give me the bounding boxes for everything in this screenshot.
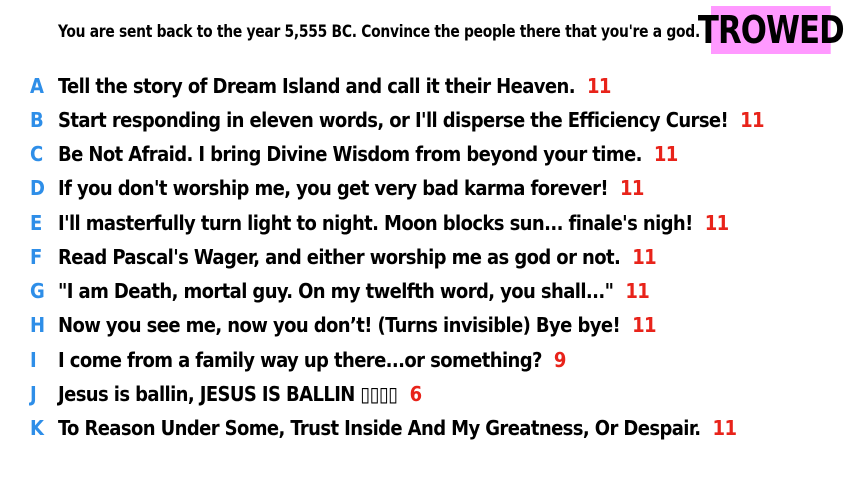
answer-letter: B bbox=[30, 108, 44, 132]
answer-text-content: "I am Death, mortal guy. On my twelfth w… bbox=[58, 279, 614, 303]
answer-text-content: To Reason Under Some, Trust Inside And M… bbox=[58, 416, 701, 440]
trowed-badge: TROWED bbox=[697, 6, 845, 54]
word-count: 11 bbox=[712, 416, 737, 440]
answer-text: Now you see me, now you don’t! (Turns in… bbox=[58, 313, 657, 337]
answer-text-content: I'll masterfully turn light to night. Mo… bbox=[58, 211, 693, 235]
answer-letter: H bbox=[30, 313, 46, 337]
word-count: 11 bbox=[620, 176, 644, 200]
answer-text-content: Be Not Afraid. I bring Divine Wisdom fro… bbox=[58, 142, 642, 166]
answer-letter: J bbox=[30, 382, 37, 406]
word-count: 11 bbox=[632, 245, 657, 269]
answer-text-content: I come from a family way up there...or s… bbox=[58, 348, 542, 372]
word-count: 11 bbox=[740, 108, 764, 132]
word-count: 11 bbox=[653, 142, 678, 166]
prompt-text: You are sent back to the year 5,555 BC. … bbox=[58, 22, 700, 42]
answer-text: If you don't worship me, you get very ba… bbox=[58, 176, 644, 200]
answer-text: To Reason Under Some, Trust Inside And M… bbox=[58, 416, 737, 440]
answer-text-content: Read Pascal's Wager, and either worship … bbox=[58, 245, 621, 269]
answer-letter: G bbox=[30, 279, 45, 303]
answer-letter: K bbox=[30, 416, 44, 440]
answer-letter: I bbox=[30, 348, 37, 372]
word-count: 9 bbox=[553, 348, 567, 372]
answer-text-content: Start responding in eleven words, or I'l… bbox=[58, 108, 729, 132]
answer-text: Start responding in eleven words, or I'l… bbox=[58, 108, 765, 132]
answer-text: Read Pascal's Wager, and either worship … bbox=[58, 245, 657, 269]
answer-text: I'll masterfully turn light to night. Mo… bbox=[58, 211, 729, 235]
answer-text-content: Now you see me, now you don’t! (Turns in… bbox=[58, 313, 621, 337]
answer-text: Tell the story of Dream Island and call … bbox=[58, 74, 611, 98]
word-count: 6 bbox=[409, 382, 423, 406]
answer-letter: F bbox=[30, 245, 43, 269]
answer-text: I come from a family way up there...or s… bbox=[58, 348, 566, 372]
answer-letter: E bbox=[30, 211, 43, 235]
word-count: 11 bbox=[632, 313, 656, 337]
answer-text-content: If you don't worship me, you get very ba… bbox=[58, 176, 609, 200]
answer-text-content: Tell the story of Dream Island and call … bbox=[58, 74, 576, 98]
answer-letter: C bbox=[30, 142, 44, 166]
word-count: 11 bbox=[625, 279, 650, 303]
answer-text: Jesus is ballin, JESUS IS BALLIN ▯▯▯▯ 6 bbox=[58, 382, 422, 406]
word-count: 11 bbox=[586, 74, 611, 98]
word-count: 11 bbox=[704, 211, 729, 235]
answer-text-content: Jesus is ballin, JESUS IS BALLIN ▯▯▯▯ bbox=[58, 382, 398, 406]
answer-text: "I am Death, mortal guy. On my twelfth w… bbox=[58, 279, 650, 303]
answer-letter: D bbox=[30, 176, 45, 200]
answer-text: Be Not Afraid. I bring Divine Wisdom fro… bbox=[58, 142, 678, 166]
answer-letter: A bbox=[30, 74, 44, 98]
